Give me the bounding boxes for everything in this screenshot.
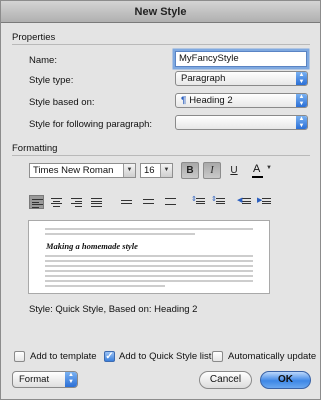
- one-half-spacing-icon: [143, 199, 154, 206]
- font-color-swatch: [252, 176, 263, 178]
- font-size-value: 16: [144, 165, 155, 176]
- font-size-combo[interactable]: 16 ▼: [140, 163, 173, 178]
- justify-icon: [91, 198, 102, 208]
- cancel-button[interactable]: Cancel: [199, 371, 252, 389]
- chevron-down-icon[interactable]: ▼: [160, 164, 172, 177]
- style-description: Style: Quick Style, Based on: Heading 2: [29, 304, 198, 315]
- font-name-combo[interactable]: Times New Roman ▼: [29, 163, 136, 178]
- checkmark-icon: ✓: [105, 351, 114, 362]
- preview-heading: Making a homemade style: [46, 241, 138, 251]
- one-half-spacing-button[interactable]: [141, 195, 156, 209]
- style-preview: Making a homemade style: [28, 220, 270, 294]
- bold-button[interactable]: B: [181, 162, 199, 179]
- format-label: Format: [19, 374, 50, 385]
- align-right-icon: [71, 198, 82, 208]
- window-title: New Style: [1, 1, 320, 23]
- properties-divider: [12, 44, 310, 45]
- single-spacing-icon: [121, 200, 132, 205]
- font-color-label: A: [253, 163, 261, 175]
- add-to-quick-style-label: Add to Quick Style list: [119, 351, 212, 362]
- italic-button[interactable]: I: [203, 162, 221, 179]
- auto-update-label: Automatically update: [228, 351, 317, 362]
- add-to-template-label: Add to template: [30, 351, 97, 362]
- style-type-label: Style type:: [29, 75, 74, 86]
- based-on-label: Style based on:: [29, 97, 95, 108]
- align-center-button[interactable]: [49, 195, 64, 209]
- ok-button[interactable]: OK: [260, 371, 311, 389]
- based-on-value: Heading 2: [189, 95, 233, 106]
- preview-line: [45, 275, 253, 277]
- justify-button[interactable]: [89, 195, 104, 209]
- increase-indent-icon: [262, 198, 271, 206]
- font-name-value: Times New Roman: [33, 165, 114, 176]
- align-left-icon: [32, 199, 43, 209]
- popup-arrows-icon: ▲ ▼: [296, 94, 307, 107]
- following-paragraph-select[interactable]: ▲ ▼: [175, 115, 308, 130]
- preview-line: [45, 265, 253, 267]
- space-before-button[interactable]: ⇕: [191, 195, 206, 209]
- following-paragraph-label: Style for following paragraph:: [29, 119, 153, 130]
- properties-section-label: Properties: [12, 32, 56, 43]
- popup-arrows-icon: ▲ ▼: [296, 72, 307, 85]
- preview-line: [45, 270, 253, 272]
- based-on-select[interactable]: ¶ Heading 2 ▲ ▼: [175, 93, 308, 108]
- underline-button[interactable]: U: [225, 162, 243, 179]
- add-to-template-checkbox[interactable]: [14, 351, 25, 362]
- new-style-dialog: New Style Properties Name: MyFancyStyle …: [0, 0, 321, 400]
- increase-indent-button[interactable]: ▶: [257, 195, 272, 209]
- preview-line: [45, 260, 253, 262]
- name-input[interactable]: MyFancyStyle: [175, 51, 307, 67]
- preview-line: [45, 280, 253, 282]
- preview-line: [45, 228, 253, 230]
- style-type-value: Paragraph: [181, 73, 226, 84]
- auto-update-checkbox[interactable]: [212, 351, 223, 362]
- preview-line: [45, 285, 165, 287]
- space-after-button[interactable]: ⇕: [211, 195, 226, 209]
- font-color-button[interactable]: A ▼: [249, 162, 272, 179]
- chevron-down-icon[interactable]: ▼: [123, 164, 135, 177]
- arrow-left-icon: ◀: [237, 197, 243, 204]
- preview-line: [45, 255, 253, 257]
- chevron-down-icon: ▼: [266, 165, 272, 171]
- format-menu-button[interactable]: Format ▲ ▼: [12, 371, 78, 388]
- formatting-section-label: Formatting: [12, 143, 58, 154]
- double-spacing-icon: [165, 198, 176, 207]
- popup-arrows-icon: ▲ ▼: [65, 372, 77, 387]
- arrow-icon: ⇕: [211, 196, 217, 203]
- preview-line: [45, 233, 195, 235]
- double-spacing-button[interactable]: [163, 195, 178, 209]
- add-to-quick-style-checkbox[interactable]: ✓: [104, 351, 115, 362]
- name-label: Name:: [29, 55, 57, 66]
- single-spacing-button[interactable]: [119, 195, 134, 209]
- space-after-icon: [216, 198, 225, 206]
- style-type-select[interactable]: Paragraph ▲ ▼: [175, 71, 308, 86]
- formatting-divider: [12, 155, 310, 156]
- space-before-icon: [196, 198, 205, 206]
- align-right-button[interactable]: [69, 195, 84, 209]
- align-center-icon: [51, 198, 62, 208]
- decrease-indent-button[interactable]: ◀: [237, 195, 252, 209]
- align-left-button[interactable]: [29, 195, 44, 209]
- popup-arrows-icon: ▲ ▼: [296, 116, 307, 129]
- arrow-right-icon: ▶: [257, 197, 263, 204]
- paragraph-mark-icon: ¶: [181, 95, 187, 106]
- arrow-icon: ⇕: [191, 196, 197, 203]
- decrease-indent-icon: [242, 198, 251, 206]
